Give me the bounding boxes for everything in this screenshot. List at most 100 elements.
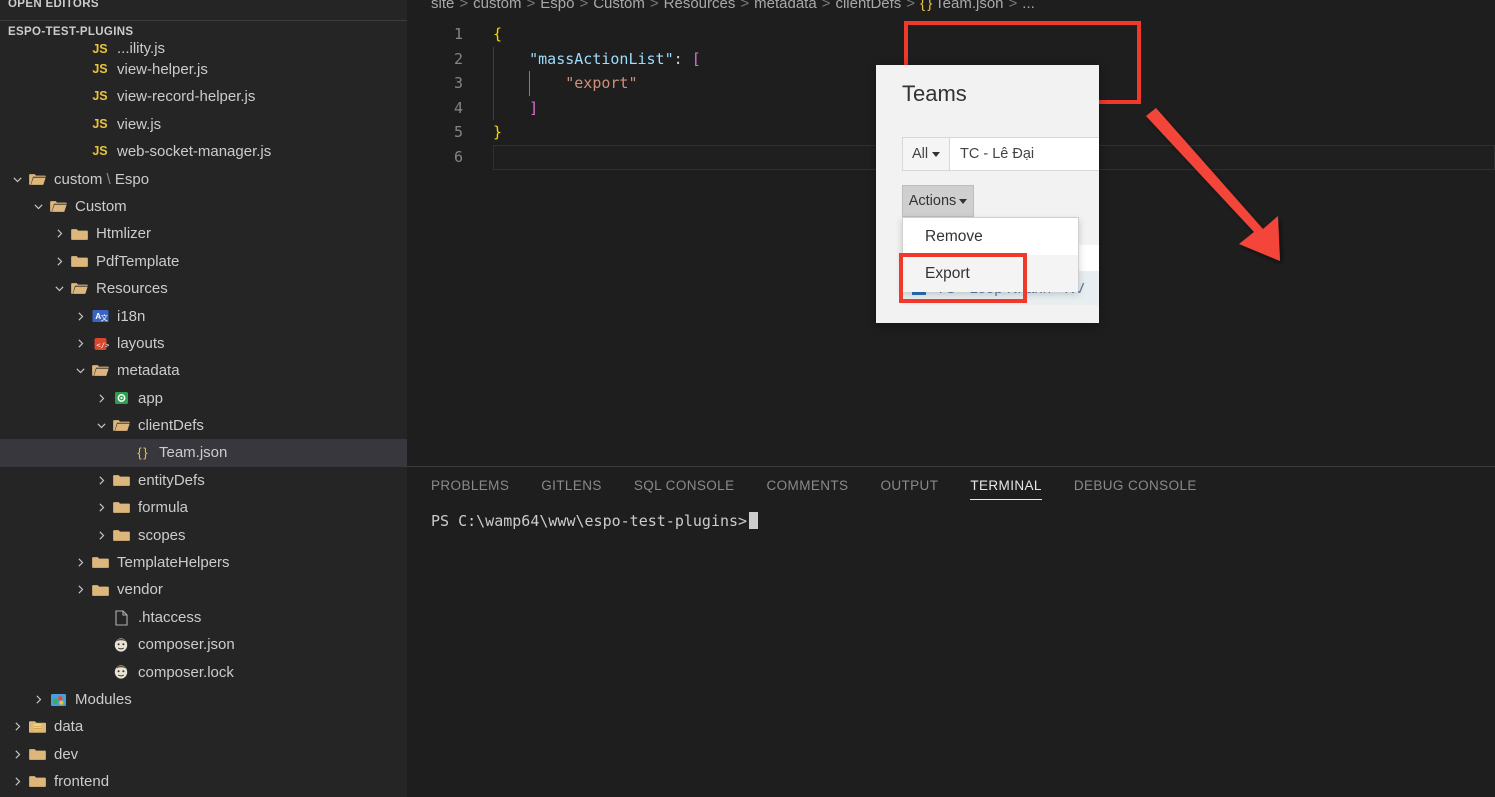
breadcrumb-segment[interactable]: ...: [1022, 0, 1035, 12]
breadcrumb-segment[interactable]: Espo: [540, 0, 574, 12]
filter-all-label: All: [912, 146, 928, 162]
tree-item--ility-js[interactable]: JS...ility.js: [0, 42, 407, 56]
breadcrumb-segment[interactable]: clientDefs: [835, 0, 901, 12]
breadcrumb-segment[interactable]: metadata: [754, 0, 817, 12]
tree-item-composer-json[interactable]: composer.json: [0, 631, 407, 658]
tree-item-clientdefs[interactable]: clientDefs: [0, 412, 407, 439]
tree-item-scopes[interactable]: scopes: [0, 522, 407, 549]
chevron-right-icon[interactable]: [92, 475, 110, 486]
panel-tab-sql-console[interactable]: SQL CONSOLE: [634, 467, 735, 502]
code-line[interactable]: 1{: [407, 22, 1495, 47]
tree-item-label: view-record-helper.js: [117, 83, 255, 110]
folder-icon: [110, 501, 132, 514]
tree-item-pdftemplate[interactable]: PdfTemplate: [0, 248, 407, 275]
chevron-right-icon[interactable]: [71, 311, 89, 322]
tree-item-label: view.js: [117, 111, 161, 138]
tree-item-layouts[interactable]: </>layouts: [0, 330, 407, 357]
project-section-header[interactable]: ESPO-TEST-PLUGINS: [0, 20, 407, 42]
panel-tab-bar[interactable]: PROBLEMS GITLENS SQL CONSOLE COMMENTS OUTPUT…: [407, 467, 1495, 502]
breadcrumb-separator: >: [650, 0, 659, 12]
tree-item-custom[interactable]: Custom: [0, 193, 407, 220]
project-label: ESPO-TEST-PLUGINS: [8, 26, 133, 38]
tree-item-htmlizer[interactable]: Htmlizer: [0, 220, 407, 247]
menu-item-export[interactable]: Export: [903, 255, 1078, 292]
chevron-right-icon[interactable]: [8, 721, 26, 732]
tree-item-frontend[interactable]: frontend: [0, 768, 407, 795]
chevron-right-icon[interactable]: [29, 694, 47, 705]
chevron-right-icon[interactable]: [71, 338, 89, 349]
bottom-panel: PROBLEMS GITLENS SQL CONSOLE COMMENTS OUTPUT…: [407, 466, 1495, 797]
chevron-right-icon[interactable]: [92, 393, 110, 404]
panel-tab-output[interactable]: OUTPUT: [880, 467, 938, 502]
actions-dropdown-menu[interactable]: RemoveExport: [902, 217, 1079, 291]
chevron-right-icon[interactable]: [92, 502, 110, 513]
chevron-right-icon[interactable]: [8, 749, 26, 760]
folder-icon: [68, 255, 90, 268]
teams-search-row: All TC - Lê Đại: [902, 137, 1099, 171]
tree-item-label: frontend: [54, 768, 109, 795]
data-folder-icon: [26, 720, 48, 734]
panel-tab-problems[interactable]: PROBLEMS: [431, 467, 509, 502]
chevron-down-icon[interactable]: [71, 365, 89, 376]
tree-item-entitydefs[interactable]: entityDefs: [0, 467, 407, 494]
tree-item-metadata[interactable]: metadata: [0, 357, 407, 384]
chevron-right-icon[interactable]: [71, 557, 89, 568]
vscode-window: OPEN EDITORS ESPO-TEST-PLUGINS JS...ilit…: [0, 0, 1495, 797]
menu-item-remove[interactable]: Remove: [903, 218, 1078, 255]
chevron-down-icon[interactable]: [92, 420, 110, 431]
tree-item-view-js[interactable]: JSview.js: [0, 111, 407, 138]
chevron-down-icon[interactable]: [29, 201, 47, 212]
tree-item-view-record-helper-js[interactable]: JSview-record-helper.js: [0, 83, 407, 110]
actions-button[interactable]: Actions: [902, 185, 974, 217]
chevron-right-icon[interactable]: [50, 228, 68, 239]
panel-tab-terminal[interactable]: TERMINAL: [970, 467, 1041, 502]
file-tree[interactable]: JS...ility.jsJSview-helper.jsJSview-reco…: [0, 42, 407, 797]
tree-item-custom-espo[interactable]: custom \ Espo: [0, 166, 407, 193]
chevron-right-icon[interactable]: [8, 776, 26, 787]
tree-item-web-socket-manager-js[interactable]: JSweb-socket-manager.js: [0, 138, 407, 165]
tree-item-resources[interactable]: Resources: [0, 275, 407, 302]
tree-item-formula[interactable]: formula: [0, 494, 407, 521]
panel-tab-debug-console[interactable]: DEBUG CONSOLE: [1074, 467, 1197, 502]
chevron-right-icon[interactable]: [50, 256, 68, 267]
svg-text:</>: </>: [96, 340, 109, 349]
tree-item--htaccess[interactable]: .htaccess: [0, 604, 407, 631]
tree-item-dev[interactable]: dev: [0, 741, 407, 768]
chevron-down-icon[interactable]: [8, 174, 26, 185]
tree-item-vendor[interactable]: vendor: [0, 576, 407, 603]
open-editors-section-header[interactable]: OPEN EDITORS: [0, 0, 407, 16]
terminal-view[interactable]: PS C:\wamp64\www\espo-test-plugins>: [431, 509, 1495, 797]
breadcrumb-segment[interactable]: Team.json: [935, 0, 1003, 12]
tree-item-templatehelpers[interactable]: TemplateHelpers: [0, 549, 407, 576]
code-text: ]: [493, 96, 538, 121]
teams-search-input[interactable]: TC - Lê Đại: [950, 137, 1099, 171]
tree-item-view-helper-js[interactable]: JSview-helper.js: [0, 56, 407, 83]
tree-item-i18n[interactable]: A文i18n: [0, 303, 407, 330]
chevron-right-icon[interactable]: [71, 584, 89, 595]
tree-item-data[interactable]: data: [0, 713, 407, 740]
breadcrumb-segment[interactable]: site: [431, 0, 454, 12]
tree-item-team-json[interactable]: { }Team.json: [0, 439, 407, 466]
chevron-down-icon: [932, 152, 940, 157]
breadcrumb-segment[interactable]: custom: [473, 0, 521, 12]
tree-item-composer-lock[interactable]: composer.lock: [0, 659, 407, 686]
breadcrumb-segment[interactable]: Custom: [593, 0, 645, 12]
tree-item-label: view-helper.js: [117, 56, 208, 83]
panel-tab-gitlens[interactable]: GITLENS: [541, 467, 602, 502]
layouts-folder-icon: </>: [89, 337, 111, 351]
panel-tab-comments[interactable]: COMMENTS: [767, 467, 849, 502]
tree-item-modules[interactable]: Modules: [0, 686, 407, 713]
breadcrumb-separator: >: [459, 0, 468, 12]
filter-all-dropdown[interactable]: All: [902, 137, 950, 171]
chevron-down-icon[interactable]: [50, 283, 68, 294]
tree-item-app[interactable]: app: [0, 385, 407, 412]
tree-item-label: formula: [138, 494, 188, 521]
breadcrumb[interactable]: site>custom>Espo>Custom>Resources>metada…: [431, 0, 1495, 15]
code-text: {: [493, 22, 502, 47]
breadcrumb-separator: >: [822, 0, 831, 12]
breadcrumb-segment[interactable]: Resources: [664, 0, 736, 12]
terminal-cursor: [749, 512, 758, 529]
tree-item-label: Htmlizer: [96, 220, 151, 247]
code-text: "export": [493, 71, 638, 96]
chevron-right-icon[interactable]: [92, 530, 110, 541]
